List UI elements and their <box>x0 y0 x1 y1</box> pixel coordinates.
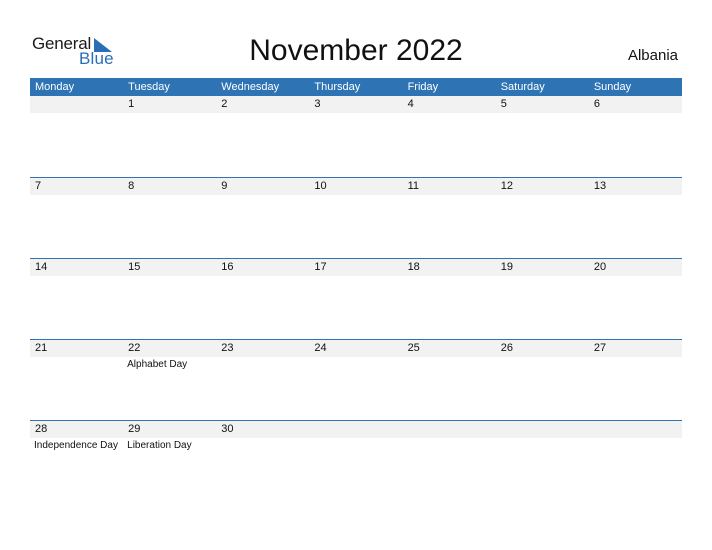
weekday-monday: Monday <box>35 81 75 93</box>
weekday-sunday: Sunday <box>593 81 632 93</box>
day-number: 26 <box>500 342 513 354</box>
day-number: 19 <box>500 261 513 273</box>
day-cell[interactable]: 10 <box>309 178 402 258</box>
day-cell[interactable]: 4 <box>403 96 496 176</box>
day-number: 18 <box>407 261 420 273</box>
day-number: 28 <box>35 423 48 435</box>
day-number: 29 <box>128 423 141 435</box>
weekday-saturday: Saturday <box>500 81 545 93</box>
week-row: 1 2 3 4 5 6 <box>30 96 682 177</box>
holiday-label: Independence Day <box>34 440 118 451</box>
day-number: 30 <box>221 423 234 435</box>
day-cell[interactable]: 27 <box>589 340 682 420</box>
day-cell[interactable]: 3 <box>309 96 402 176</box>
weekday-header: Monday Tuesday Wednesday Thursday Friday… <box>30 78 682 96</box>
day-number: 20 <box>593 261 607 273</box>
day-number: 17 <box>314 261 327 273</box>
day-cell[interactable] <box>403 421 496 501</box>
day-cell[interactable] <box>30 96 123 176</box>
day-cell[interactable]: 17 <box>309 259 402 339</box>
day-cell[interactable]: 12 <box>496 178 589 258</box>
day-cell[interactable]: 15 <box>123 259 216 339</box>
day-number: 14 <box>35 261 48 273</box>
day-number: 24 <box>314 342 327 354</box>
day-cell[interactable] <box>309 421 402 501</box>
day-number: 3 <box>314 98 321 110</box>
day-cell[interactable]: 1 <box>123 96 216 176</box>
day-cell[interactable]: 22 Alphabet Day <box>123 340 216 420</box>
day-number: 5 <box>500 98 507 110</box>
weekday-tuesday: Tuesday <box>128 81 170 93</box>
weekday-thursday: Thursday <box>314 81 361 93</box>
week-row: 21 22 Alphabet Day 23 24 25 26 27 <box>30 339 682 421</box>
day-number: 11 <box>407 180 419 192</box>
day-cell[interactable] <box>496 421 589 501</box>
day-cell[interactable]: 13 <box>589 178 682 258</box>
day-cell[interactable] <box>589 421 682 501</box>
weekday-wednesday: Wednesday <box>221 81 280 93</box>
week-row: 28 Independence Day 29 Liberation Day 30 <box>30 420 682 502</box>
day-number: 6 <box>593 98 600 110</box>
day-number: 8 <box>128 180 135 192</box>
day-cell[interactable]: 28 Independence Day <box>30 421 123 501</box>
day-number: 22 <box>128 342 141 354</box>
day-number: 12 <box>500 180 513 192</box>
day-cell[interactable]: 20 <box>589 259 682 339</box>
day-number: 10 <box>314 180 327 192</box>
day-cell[interactable]: 8 <box>123 178 216 258</box>
page-title: November 2022 <box>249 34 463 67</box>
day-cell[interactable]: 18 <box>403 259 496 339</box>
day-cell[interactable]: 21 <box>30 340 123 420</box>
day-cell[interactable]: 14 <box>30 259 123 339</box>
day-number: 15 <box>128 261 141 273</box>
holiday-label: Liberation Day <box>127 440 192 451</box>
day-cell[interactable]: 2 <box>216 96 309 176</box>
day-number: 7 <box>35 180 42 192</box>
day-number: 2 <box>221 98 228 110</box>
day-cell[interactable]: 29 Liberation Day <box>123 421 216 501</box>
day-cell[interactable]: 9 <box>216 178 309 258</box>
week-row: 7 8 9 10 11 12 13 <box>30 177 682 259</box>
day-cell[interactable]: 23 <box>216 340 309 420</box>
country-label: Albania <box>627 47 678 64</box>
week-row: 14 15 16 17 18 19 20 <box>30 258 682 340</box>
day-number: 13 <box>593 180 607 192</box>
day-cell[interactable]: 5 <box>496 96 589 176</box>
day-number: 21 <box>35 342 48 354</box>
day-cell[interactable]: 11 <box>403 178 496 258</box>
day-cell[interactable]: 30 <box>216 421 309 501</box>
holiday-label: Alphabet Day <box>127 359 188 370</box>
day-cell[interactable]: 16 <box>216 259 309 339</box>
day-number: 16 <box>221 261 234 273</box>
day-cell[interactable]: 6 <box>589 96 682 176</box>
day-number: 27 <box>593 342 607 354</box>
day-cell[interactable]: 26 <box>496 340 589 420</box>
day-cell[interactable]: 25 <box>403 340 496 420</box>
day-cell[interactable]: 7 <box>30 178 123 258</box>
day-number: 9 <box>221 180 228 192</box>
day-number: 4 <box>407 98 414 110</box>
day-cell[interactable]: 24 <box>309 340 402 420</box>
day-cell[interactable]: 19 <box>496 259 589 339</box>
day-number: 1 <box>128 98 135 110</box>
day-number: 23 <box>221 342 234 354</box>
day-number: 25 <box>407 342 420 354</box>
weekday-friday: Friday <box>407 81 439 93</box>
